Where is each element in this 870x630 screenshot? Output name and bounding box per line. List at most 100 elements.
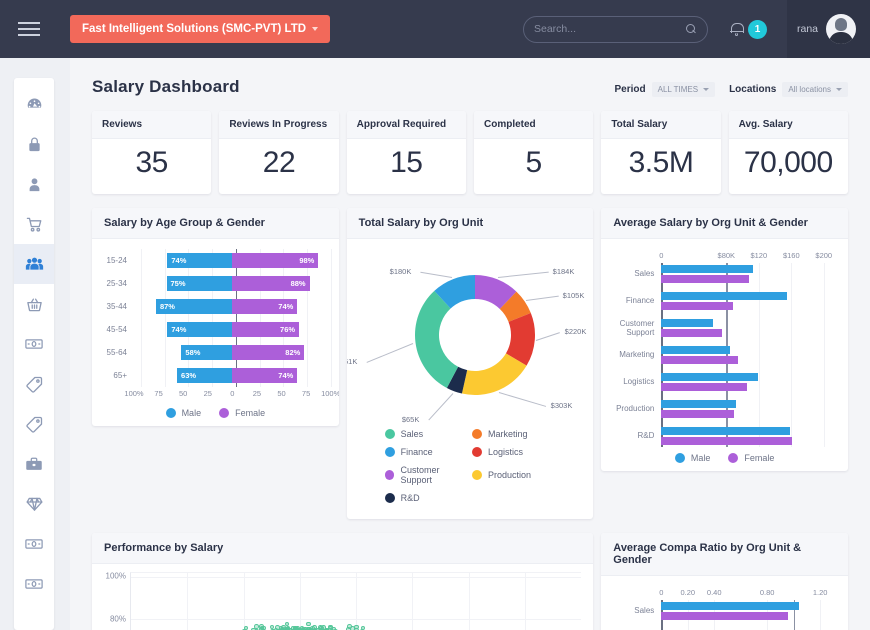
period-filter: Period ALL TIMES bbox=[614, 82, 715, 97]
x-axis-ticks: 0$80K$120$160$200 bbox=[609, 251, 840, 263]
grouped-bar-wrapper: 00.200.400.801.20SalesFinanceCustomerSup… bbox=[609, 588, 840, 630]
bar-value-male: 87% bbox=[156, 302, 179, 311]
filter-group: Period ALL TIMES Locations All locations bbox=[614, 76, 848, 97]
sidebar-item-12-banknote[interactable] bbox=[14, 564, 54, 604]
legend-item-male[interactable]: Male bbox=[675, 453, 711, 463]
bar-female[interactable] bbox=[661, 275, 749, 283]
category-label: Production bbox=[609, 404, 661, 413]
x-tick-label: $80K bbox=[718, 251, 736, 260]
bar-female[interactable]: 74% bbox=[232, 368, 297, 383]
locations-select[interactable]: All locations bbox=[782, 82, 848, 97]
locations-value: All locations bbox=[788, 85, 831, 94]
lock-icon bbox=[27, 136, 42, 153]
bar-female[interactable] bbox=[661, 302, 732, 310]
legend-item-sales[interactable]: Sales bbox=[385, 429, 472, 439]
category-label: Logistics bbox=[609, 377, 661, 386]
x-axis-ticks: 100%7550250255075100% bbox=[100, 389, 331, 402]
bar-male[interactable]: 58% bbox=[181, 345, 232, 360]
main-content: Salary Dashboard Period ALL TIMES Locati… bbox=[70, 58, 870, 630]
bar-male[interactable] bbox=[661, 265, 753, 273]
donut-value-label-r-d: $65K bbox=[402, 415, 420, 424]
banknote-icon bbox=[25, 577, 43, 591]
bar-male[interactable] bbox=[661, 319, 713, 327]
donut-value-label-logistics: $220K bbox=[565, 327, 587, 336]
legend-item-finance[interactable]: Finance bbox=[385, 447, 472, 457]
bar-female[interactable] bbox=[661, 329, 722, 337]
x-tick-label: 0 bbox=[659, 251, 663, 260]
bar-male[interactable]: 74% bbox=[167, 253, 232, 268]
x-tick-label: 0 bbox=[230, 389, 234, 398]
bar-male[interactable]: 75% bbox=[167, 276, 233, 291]
sidebar-item-9-briefcase[interactable] bbox=[14, 444, 54, 484]
org-selector-button[interactable]: Fast Intelligent Solutions (SMC-PVT) LTD bbox=[70, 15, 330, 43]
legend-item-logistics[interactable]: Logistics bbox=[472, 447, 559, 457]
bar-female[interactable] bbox=[661, 612, 788, 620]
bar-male[interactable] bbox=[661, 346, 729, 354]
y-tick-label: 80% bbox=[110, 614, 126, 623]
legend-color-dot bbox=[385, 429, 395, 439]
sidebar-item-4-people-group[interactable] bbox=[14, 244, 54, 284]
card-body: $461K$180K$184K$105K$220K$303K$65K Sales… bbox=[347, 239, 594, 519]
bar-male[interactable] bbox=[661, 602, 799, 610]
search-input[interactable] bbox=[534, 23, 686, 35]
notifications-button[interactable]: 1 bbox=[730, 20, 767, 39]
legend-item-female[interactable]: Female bbox=[728, 453, 774, 463]
sidebar-item-5-basket[interactable] bbox=[14, 284, 54, 324]
user-menu[interactable]: rana bbox=[787, 0, 870, 58]
hamburger-menu-icon[interactable] bbox=[0, 22, 58, 36]
legend-item-marketing[interactable]: Marketing bbox=[472, 429, 559, 439]
card-body: 15-2474%98%25-3475%88%35-4487%74%45-5474… bbox=[92, 239, 339, 426]
donut-value-label-finance: $180K bbox=[390, 267, 412, 276]
sidebar-item-2-user[interactable] bbox=[14, 164, 54, 204]
period-select[interactable]: ALL TIMES bbox=[652, 82, 715, 97]
kpi-card-row: Reviews35Reviews In Progress22Approval R… bbox=[70, 97, 870, 194]
legend-item-r-d[interactable]: R&D bbox=[385, 493, 472, 503]
bar-male[interactable] bbox=[661, 427, 789, 435]
bar-female[interactable] bbox=[661, 437, 792, 445]
banknote-icon bbox=[25, 337, 43, 351]
legend-item-customer-support[interactable]: Customer Support bbox=[385, 465, 472, 485]
bar-male[interactable]: 87% bbox=[156, 299, 232, 314]
bar-value-female: 82% bbox=[281, 348, 304, 357]
page-title: Salary Dashboard bbox=[92, 77, 240, 97]
x-tick-label: 100% bbox=[321, 389, 339, 398]
bar-female[interactable]: 88% bbox=[232, 276, 309, 291]
sidebar-item-1-lock[interactable] bbox=[14, 124, 54, 164]
bar-female[interactable]: 82% bbox=[232, 345, 304, 360]
legend-item-female[interactable]: Female bbox=[219, 408, 265, 418]
org-selector-label: Fast Intelligent Solutions (SMC-PVT) LTD bbox=[82, 23, 306, 35]
compa-ratio-bar-chart: 00.200.400.801.20SalesFinanceCustomerSup… bbox=[609, 588, 840, 630]
bar-male[interactable] bbox=[661, 292, 787, 300]
kpi-value: 5 bbox=[474, 139, 593, 194]
legend-color-dot bbox=[472, 470, 482, 480]
legend-item-male[interactable]: Male bbox=[166, 408, 202, 418]
sidebar-item-6-banknote[interactable] bbox=[14, 324, 54, 364]
search-box[interactable] bbox=[523, 16, 708, 43]
legend-item-production[interactable]: Production bbox=[472, 465, 559, 485]
sidebar-item-10-diamond[interactable] bbox=[14, 484, 54, 524]
sidebar-item-7-tag[interactable] bbox=[14, 364, 54, 404]
bar-female[interactable]: 74% bbox=[232, 299, 297, 314]
bar-female[interactable]: 98% bbox=[232, 253, 318, 268]
bar-male[interactable] bbox=[661, 373, 758, 381]
sidebar-item-11-banknote[interactable] bbox=[14, 524, 54, 564]
bar-female[interactable] bbox=[661, 410, 734, 418]
category-label: 55-64 bbox=[100, 348, 134, 357]
bar-female[interactable] bbox=[661, 383, 746, 391]
bar-value-male: 58% bbox=[181, 348, 204, 357]
bar-female[interactable]: 76% bbox=[232, 322, 299, 337]
bar-male[interactable]: 63% bbox=[177, 368, 232, 383]
sidebar-item-0-dashboard-gauge[interactable] bbox=[14, 84, 54, 124]
card-avg-compa-ratio: Average Compa Ratio by Org Unit & Gender… bbox=[601, 533, 848, 630]
charts-row-top: Salary by Age Group & Gender 15-2474%98%… bbox=[70, 194, 870, 519]
sidebar-item-3-shopping-cart[interactable] bbox=[14, 204, 54, 244]
kpi-label: Total Salary bbox=[601, 111, 720, 139]
bar-female[interactable] bbox=[661, 356, 738, 364]
sidebar-item-8-tag[interactable] bbox=[14, 404, 54, 444]
bar-male[interactable] bbox=[661, 400, 736, 408]
bar-value-female: 74% bbox=[274, 302, 297, 311]
kpi-value: 70,000 bbox=[729, 139, 848, 194]
legend-label: Customer Support bbox=[400, 465, 472, 485]
bar-male[interactable]: 74% bbox=[167, 322, 232, 337]
bar-row: Marketing bbox=[609, 344, 840, 366]
